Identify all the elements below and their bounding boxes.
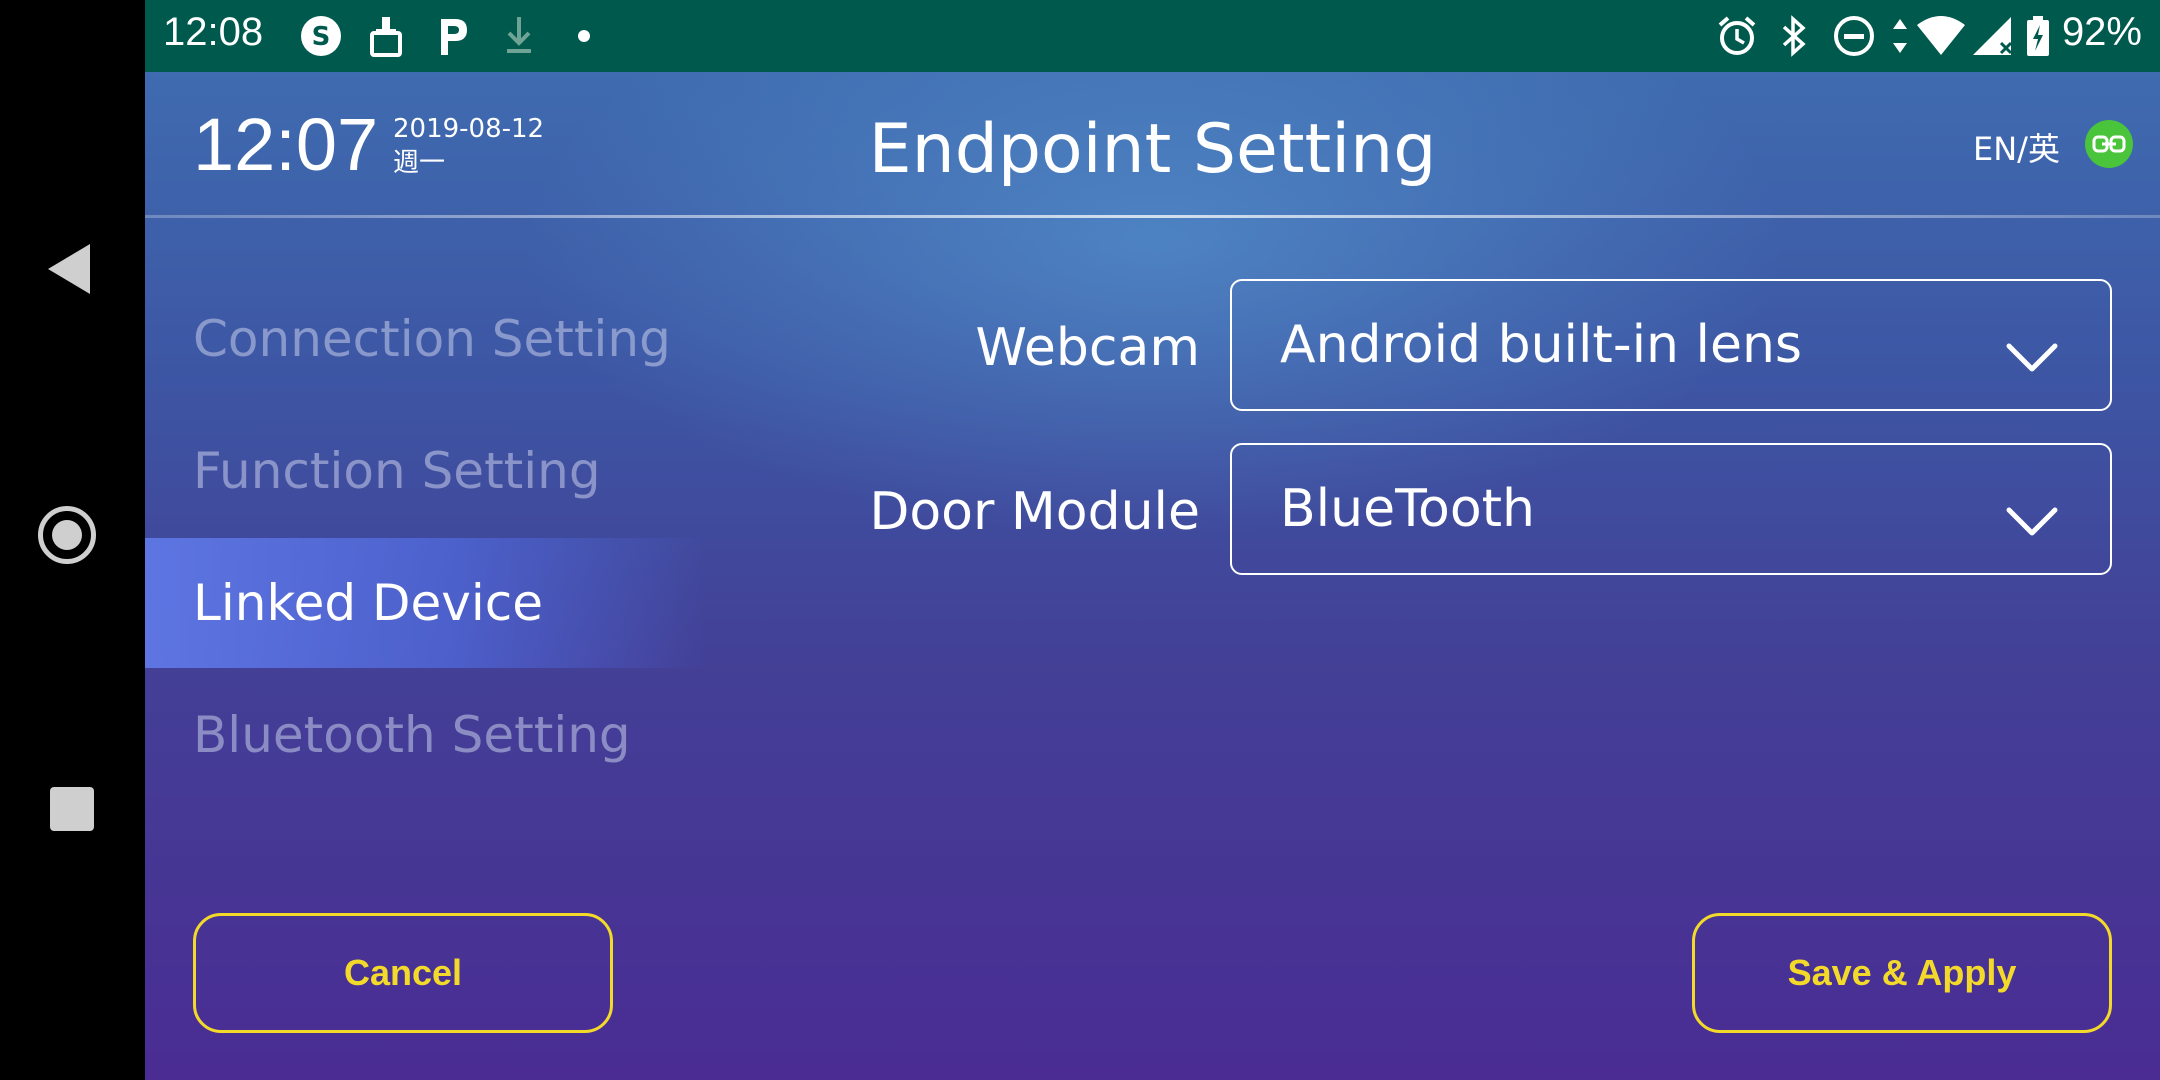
- cleaner-icon: [369, 14, 403, 58]
- link-status-icon: [2085, 120, 2133, 168]
- menu-item-function-setting[interactable]: Function Setting: [145, 406, 705, 536]
- header-divider: [145, 215, 2160, 218]
- s-app-icon: S: [300, 14, 342, 58]
- signal-icon: [1971, 14, 2015, 58]
- chevron-down-icon: [2006, 491, 2058, 551]
- menu-item-bluetooth-setting[interactable]: Bluetooth Setting: [145, 670, 705, 800]
- menu-item-linked-device[interactable]: Linked Device: [145, 538, 705, 668]
- back-icon[interactable]: [48, 244, 90, 294]
- wifi-icon: [1915, 14, 1967, 58]
- status-time: 12:08: [163, 10, 264, 54]
- status-bar: 12:08 S 92%: [145, 0, 2160, 72]
- p-app-icon: [435, 14, 469, 58]
- save-apply-button[interactable]: Save & Apply: [1692, 913, 2112, 1033]
- battery-icon: [2025, 14, 2051, 58]
- door-module-label: Door Module: [869, 482, 1200, 542]
- do-not-disturb-icon: [1833, 14, 1875, 58]
- menu-item-connection-setting[interactable]: Connection Setting: [145, 274, 705, 404]
- chevron-down-icon: [2006, 327, 2058, 387]
- webcam-label: Webcam: [975, 318, 1200, 378]
- cancel-button[interactable]: Cancel: [193, 913, 613, 1033]
- webcam-value: Android built-in lens: [1280, 315, 1803, 375]
- door-module-select[interactable]: BlueTooth: [1230, 443, 2112, 575]
- bluetooth-icon: [1781, 14, 1807, 58]
- door-module-value: BlueTooth: [1280, 479, 1535, 539]
- webcam-select[interactable]: Android built-in lens: [1230, 279, 2112, 411]
- dot-icon: [577, 14, 591, 58]
- data-arrows-icon: [1891, 14, 1909, 58]
- endpoint-setting-screen: 12:07 2019-08-12 週一 Endpoint Setting EN/…: [145, 72, 2160, 1080]
- recent-apps-icon[interactable]: [50, 787, 94, 831]
- download-icon: [503, 14, 535, 58]
- navigation-bar: [0, 0, 145, 1080]
- svg-text:S: S: [312, 22, 331, 52]
- page-title: Endpoint Setting: [868, 110, 1437, 189]
- language-toggle[interactable]: EN/英: [1973, 124, 2060, 170]
- alarm-icon: [1717, 14, 1757, 58]
- battery-percent: 92%: [2061, 10, 2142, 54]
- home-icon[interactable]: [38, 506, 96, 564]
